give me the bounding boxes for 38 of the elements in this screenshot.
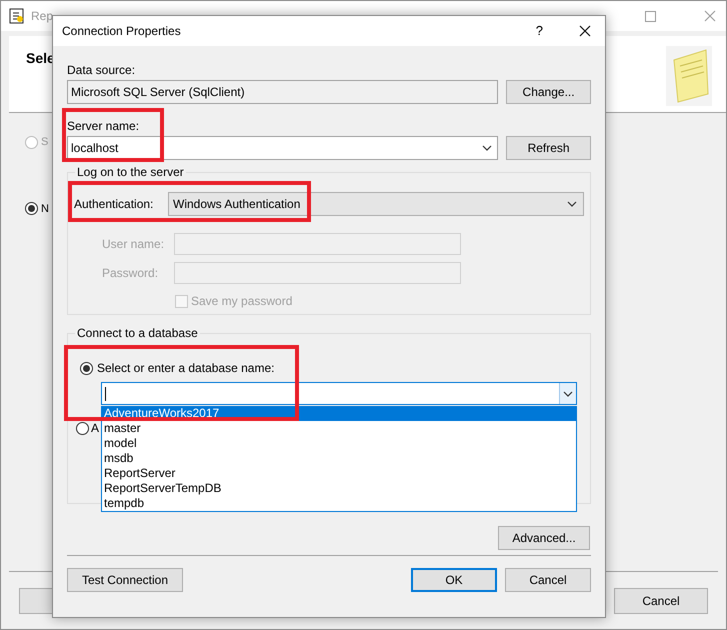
chevron-down-icon xyxy=(563,390,573,396)
database-combo[interactable] xyxy=(101,382,577,405)
radio-button[interactable] xyxy=(25,202,38,216)
button[interactable]: Refresh xyxy=(506,136,591,160)
option-label: S xyxy=(41,135,48,150)
window-title: Rep xyxy=(31,8,54,25)
group-title: Connect to a database xyxy=(76,325,199,342)
close-icon[interactable] xyxy=(579,25,591,37)
field-label: Server name: xyxy=(67,118,140,132)
button[interactable]: Advanced... xyxy=(498,526,590,550)
server-name-combo[interactable]: localhost xyxy=(67,136,498,160)
chevron-down-icon xyxy=(567,201,577,207)
checkbox-label: Save my password xyxy=(191,293,292,310)
report-icon xyxy=(9,8,25,24)
cancel-button[interactable]: Cancel xyxy=(614,588,708,614)
dialog-title: Connection Properties xyxy=(62,23,181,40)
data-source-field[interactable]: Microsoft SQL Server (SqlClient) xyxy=(67,80,498,104)
field-label: Data source: xyxy=(67,62,136,76)
chevron-down-icon xyxy=(482,145,492,151)
help-button[interactable]: ? xyxy=(536,21,543,41)
notepad-icon xyxy=(666,46,712,106)
field-label: User name: xyxy=(101,236,166,253)
group-title: Log on to the server xyxy=(76,164,185,181)
option-label: N xyxy=(41,202,49,216)
maximize-icon[interactable] xyxy=(645,10,656,22)
option-label: Select or enter a database name: xyxy=(97,360,274,377)
radio-button[interactable] xyxy=(76,422,89,434)
input-field[interactable] xyxy=(174,262,461,284)
authentication-combo[interactable]: Windows Authentication xyxy=(168,192,584,216)
button[interactable]: OK xyxy=(411,568,497,592)
button[interactable]: Cancel xyxy=(505,568,591,592)
input-field[interactable] xyxy=(174,233,461,255)
field-label: Authentication: xyxy=(74,196,154,213)
button[interactable]: Test Connection xyxy=(67,568,183,592)
option-label: A xyxy=(91,420,100,437)
button[interactable]: Change... xyxy=(506,80,591,104)
radio-button[interactable] xyxy=(80,362,93,374)
field-label: Password: xyxy=(101,265,160,282)
